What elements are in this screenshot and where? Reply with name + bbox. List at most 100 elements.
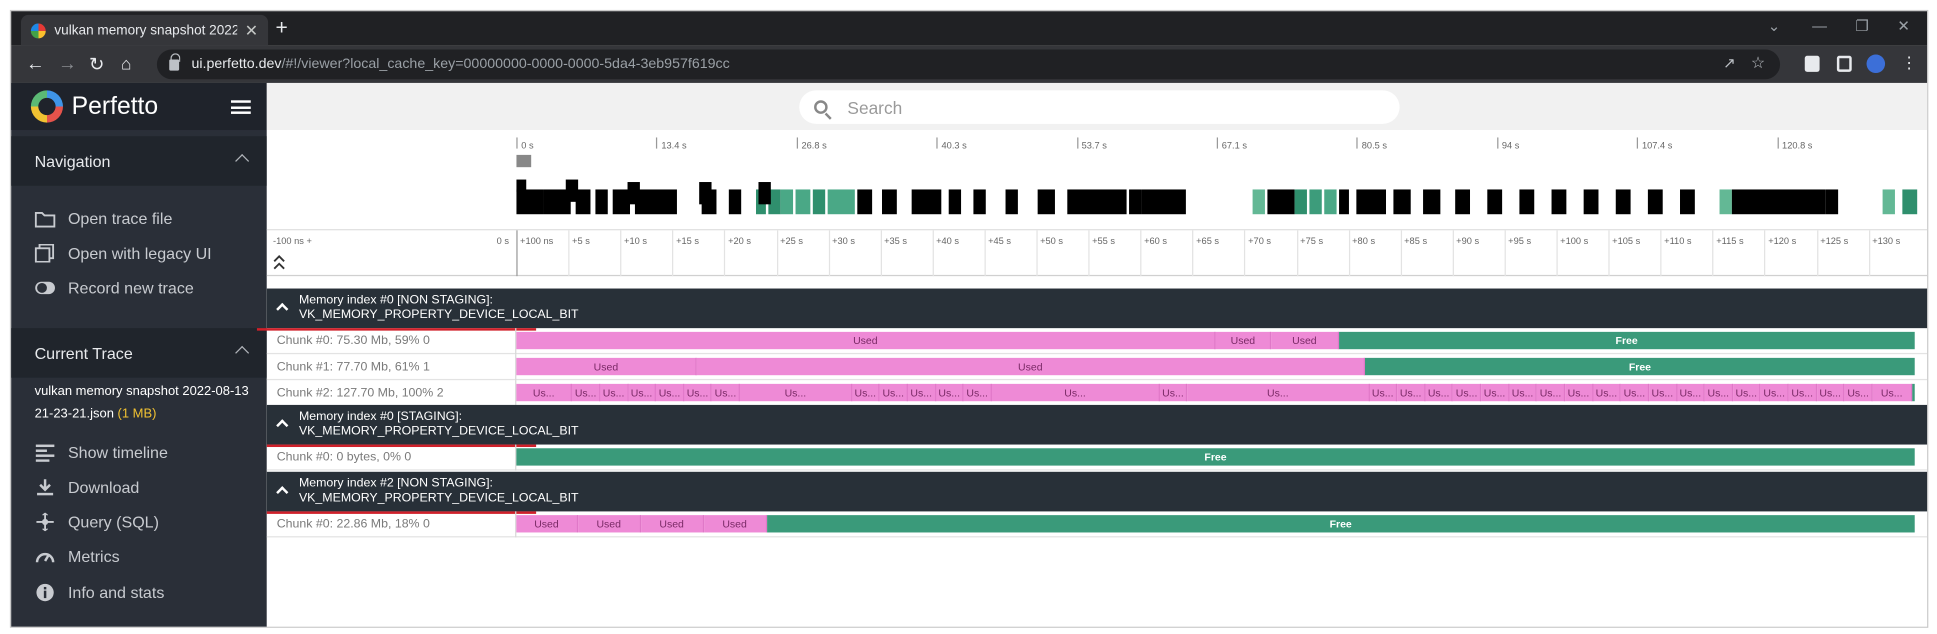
used-slice[interactable]: Us... <box>1369 383 1398 402</box>
chevron-up-icon[interactable] <box>276 419 289 432</box>
used-slice[interactable]: Us... <box>1872 383 1912 402</box>
used-slice[interactable]: Us... <box>572 383 601 402</box>
chunk-track[interactable]: Chunk #2: 127.70 Mb, 100% 2 Us... Us... Us.… <box>266 380 1928 407</box>
memory-group-header[interactable]: Memory index #0 [STAGING]: VK_MEMORY_PROP… <box>266 404 1928 445</box>
used-slice[interactable]: Us... <box>1816 383 1845 402</box>
used-slice[interactable]: Us... <box>1159 383 1188 402</box>
free-slice[interactable]: Free <box>516 448 1915 466</box>
used-slice[interactable]: Us... <box>684 383 713 402</box>
sidebar-item-open-trace-file[interactable]: Open trace file <box>34 206 264 231</box>
close-tab-icon[interactable]: ✕ <box>245 20 258 40</box>
used-slice[interactable]: Used <box>703 515 767 533</box>
chevron-up-icon[interactable] <box>235 345 250 360</box>
chunk-track[interactable]: Chunk #1: 77.70 Mb, 61% 1 Used Used Free <box>266 354 1928 381</box>
used-slice[interactable]: Us... <box>1760 383 1789 402</box>
forward-icon[interactable]: → <box>58 53 77 74</box>
chunk-track[interactable]: Chunk #0: 22.86 Mb, 18% 0 Used Used Used Use… <box>266 511 1928 538</box>
overview-activity-bars[interactable] <box>516 154 1924 232</box>
used-slice[interactable]: Us... <box>712 383 741 402</box>
url-field[interactable]: ui.perfetto.dev /#!/viewer?local_cache_k… <box>156 49 1781 80</box>
tab-search-icon[interactable]: ⌄ <box>1768 17 1780 34</box>
used-slice[interactable]: Us... <box>1621 383 1649 402</box>
used-slice[interactable]: Us... <box>907 383 936 402</box>
used-slice[interactable]: Used <box>577 515 641 533</box>
used-slice[interactable]: Us... <box>1565 383 1594 402</box>
browser-menu-icon[interactable]: ⋮ <box>1901 53 1917 73</box>
used-slice[interactable]: Us... <box>656 383 685 402</box>
used-slice[interactable]: Us... <box>1649 383 1677 402</box>
used-slice[interactable]: Us... <box>1676 383 1705 402</box>
search-input[interactable]: Search <box>799 90 1400 124</box>
used-slice[interactable]: Us... <box>1425 383 1454 402</box>
bookmark-star-icon[interactable]: ☆ <box>1751 53 1765 73</box>
browser-tab[interactable]: vulkan memory snapshot 2022-08-13 21-23-… <box>21 14 269 46</box>
used-slice[interactable]: Us... <box>1732 383 1761 402</box>
chunk-track[interactable]: Chunk #0: 75.30 Mb, 59% 0 Used Used Used Fre… <box>266 328 1928 355</box>
navigation-section-header[interactable]: Navigation <box>11 136 267 186</box>
current-trace-section-header[interactable]: Current Trace <box>11 328 267 378</box>
sidebar-item-open-legacy-ui[interactable]: Open with legacy UI <box>34 240 264 265</box>
sidebar-item-show-timeline[interactable]: Show timeline <box>35 440 264 465</box>
chunk-track[interactable]: Chunk #0: 0 bytes, 0% 0 Free <box>266 444 1928 471</box>
used-slice[interactable]: Us... <box>516 383 573 402</box>
used-slice[interactable]: Us... <box>1788 383 1817 402</box>
free-slice[interactable]: Free <box>1338 331 1915 350</box>
used-slice[interactable]: Us... <box>1187 383 1370 402</box>
sidebar-item-record-new-trace[interactable]: Record new trace <box>35 275 264 300</box>
used-slice[interactable]: Used <box>516 515 578 533</box>
used-slice[interactable]: Used <box>1271 331 1339 350</box>
overview-tick-label: 67.1 s <box>1221 139 1247 152</box>
hamburger-menu-icon[interactable] <box>231 100 251 114</box>
used-slice[interactable]: Used <box>640 515 704 533</box>
home-icon[interactable]: ⌂ <box>121 53 131 73</box>
used-slice[interactable]: Used <box>1215 331 1272 350</box>
gauge-icon <box>35 547 56 566</box>
timescale-gridline <box>620 230 622 277</box>
sidebar-item-info-and-stats[interactable]: Info and stats <box>35 580 264 605</box>
used-slice[interactable]: Us... <box>851 383 880 402</box>
close-window-icon[interactable]: ✕ <box>1897 17 1909 34</box>
chevron-up-icon[interactable] <box>235 153 250 168</box>
profile-avatar-icon[interactable] <box>1866 54 1886 74</box>
used-slice[interactable]: Us... <box>935 383 964 402</box>
time-scale-row[interactable]: -100 ns + 0 s +100 ns +5 s +10 s +15 s +20 s… <box>266 229 1928 277</box>
used-slice[interactable]: Us... <box>1593 383 1622 402</box>
minimize-icon[interactable]: — <box>1812 17 1827 34</box>
used-slice[interactable]: Us... <box>1481 383 1510 402</box>
memory-group-header[interactable]: Memory index #0 [NON STAGING]: VK_MEMORY_… <box>266 288 1928 329</box>
collapse-all-icon[interactable] <box>273 250 285 272</box>
used-slice[interactable]: Us... <box>740 383 852 402</box>
restore-icon[interactable]: ❐ <box>1855 17 1868 34</box>
memory-group-header[interactable]: Memory index #2 [NON STAGING]: VK_MEMORY_… <box>266 471 1928 512</box>
sidebar-item-query-sql[interactable]: Query (SQL) <box>35 509 264 534</box>
used-slice[interactable]: Us... <box>628 383 657 402</box>
used-slice[interactable]: Us... <box>1509 383 1538 402</box>
side-panel-icon[interactable] <box>1836 55 1852 72</box>
used-slice[interactable]: Us... <box>1397 383 1426 402</box>
used-slice[interactable]: Us... <box>1844 383 1873 402</box>
timescale-gridline <box>1244 230 1246 277</box>
used-slice[interactable]: Us... <box>991 383 1160 402</box>
used-slice[interactable]: Us... <box>879 383 908 402</box>
timescale-gridline <box>1816 230 1818 277</box>
used-slice[interactable]: Us... <box>600 383 629 402</box>
free-slice[interactable]: Free <box>766 515 1915 533</box>
sidebar-item-download[interactable]: Download <box>35 474 264 499</box>
sidebar-item-metrics[interactable]: Metrics <box>35 544 264 569</box>
used-slice[interactable]: Us... <box>1537 383 1566 402</box>
reload-icon[interactable]: ↻ <box>89 53 105 75</box>
free-slice[interactable]: Free <box>1365 357 1915 376</box>
chevron-up-icon[interactable] <box>276 486 289 499</box>
used-slice[interactable]: Used <box>516 331 1216 350</box>
free-slice[interactable] <box>1911 383 1915 402</box>
used-slice[interactable]: Used <box>516 357 697 376</box>
share-icon[interactable]: ↗ <box>1723 54 1735 71</box>
extensions-puzzle-icon[interactable] <box>1804 55 1820 72</box>
used-slice[interactable]: Us... <box>963 383 992 402</box>
chevron-up-icon[interactable] <box>276 302 289 316</box>
used-slice[interactable]: Us... <box>1453 383 1482 402</box>
used-slice[interactable]: Used <box>696 357 1366 376</box>
back-icon[interactable]: ← <box>26 53 45 74</box>
used-slice[interactable]: Us... <box>1704 383 1733 402</box>
new-tab-button[interactable]: + <box>275 16 287 41</box>
